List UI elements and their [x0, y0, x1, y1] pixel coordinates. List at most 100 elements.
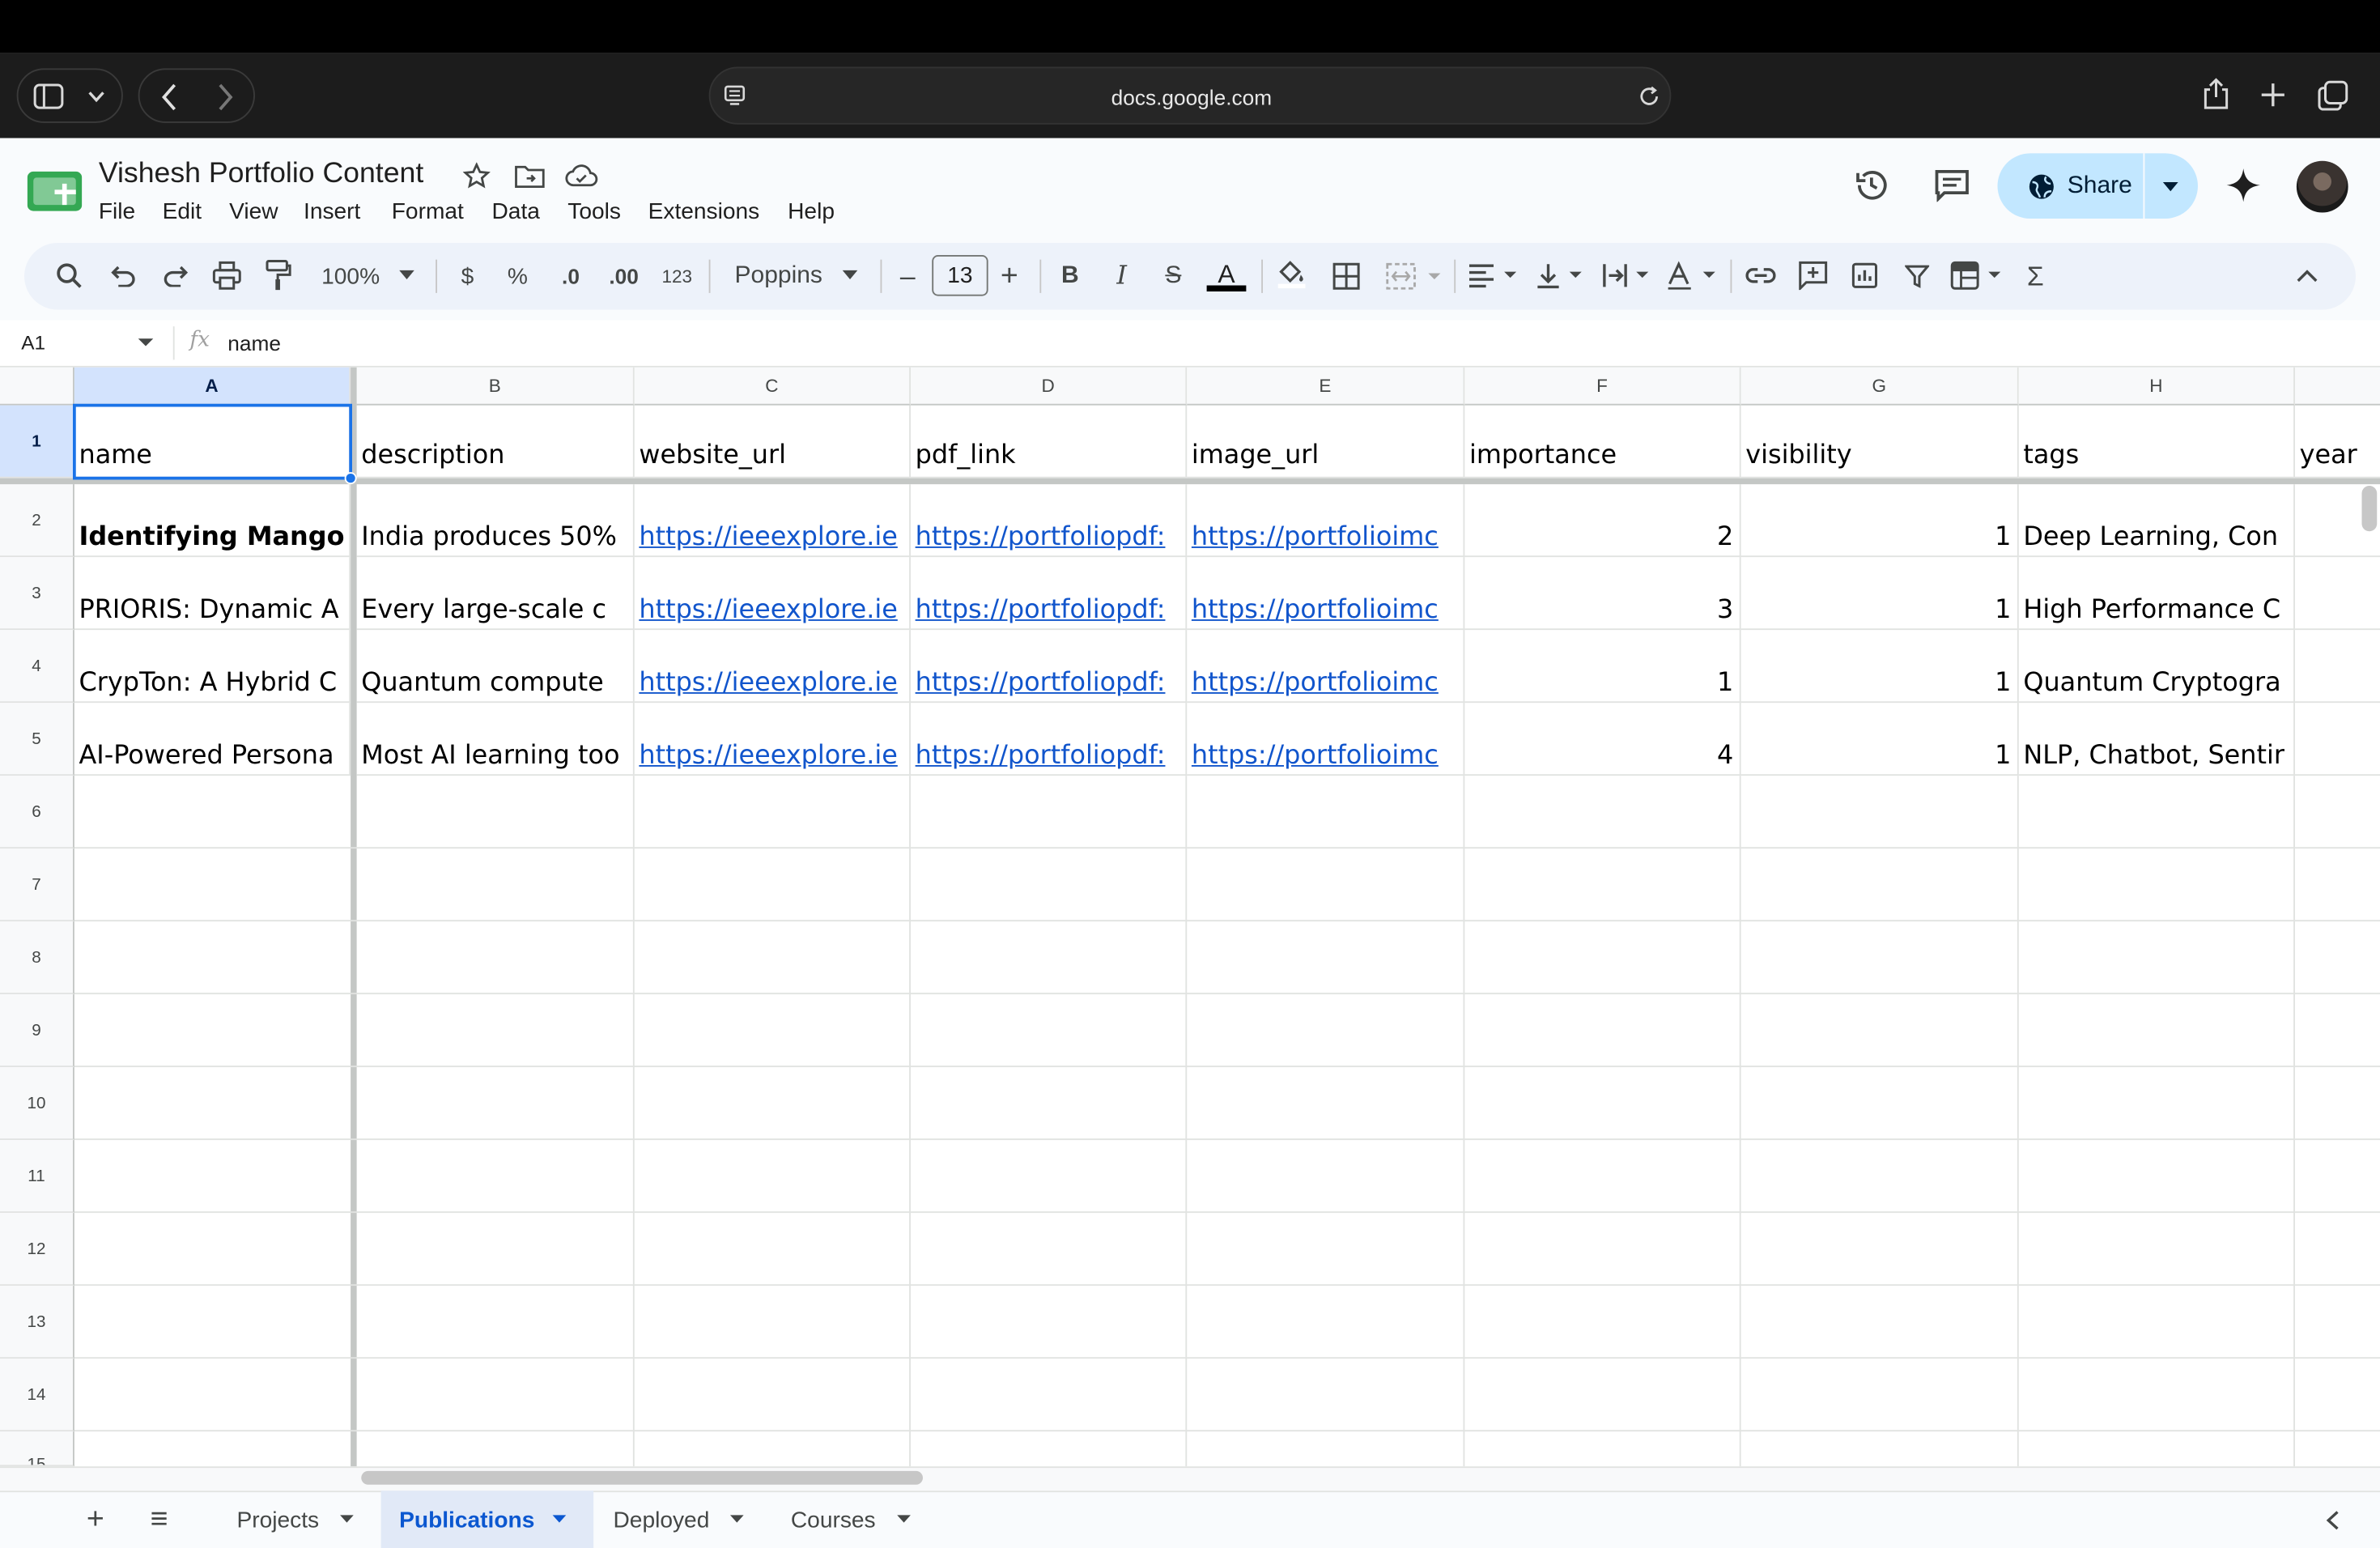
text-rotation-icon[interactable] [1667, 261, 1719, 291]
zoom-select[interactable]: 100% [310, 260, 392, 293]
cell-e1[interactable]: image_url [1187, 405, 1465, 478]
row-header-9[interactable]: 9 [0, 994, 74, 1068]
tab-deployed[interactable]: Deployed [614, 1491, 745, 1548]
cell-a3[interactable]: PRIORIS: Dynamic A [74, 557, 351, 631]
column-header-e[interactable]: E [1187, 367, 1465, 406]
row-header-11[interactable]: 11 [0, 1140, 74, 1214]
cell-b2[interactable]: India produces 50% [356, 484, 635, 558]
print-icon[interactable] [212, 261, 242, 291]
cell-c2[interactable]: https://ieeexplore.ie [634, 484, 911, 558]
search-icon[interactable] [56, 262, 82, 288]
row-header-12[interactable]: 12 [0, 1213, 74, 1286]
row-header-4[interactable]: 4 [0, 630, 74, 704]
paint-format-icon[interactable] [266, 260, 291, 291]
cell-g5[interactable]: 1 [1740, 703, 2019, 776]
share-icon[interactable] [2201, 78, 2232, 111]
cell-f1[interactable]: importance [1464, 405, 1741, 478]
menu-file[interactable]: File [99, 199, 135, 225]
tab-courses[interactable]: Courses [791, 1491, 911, 1548]
chevron-left-icon[interactable] [161, 83, 178, 111]
cell-e4[interactable]: https://portfolioimc [1187, 630, 1465, 704]
caret-down-icon[interactable] [2161, 181, 2180, 193]
column-header-a[interactable]: A [74, 367, 351, 406]
cloud-saved-icon[interactable] [565, 163, 598, 189]
cell-g1[interactable]: visibility [1740, 405, 2019, 478]
column-header-g[interactable]: G [1740, 367, 2019, 406]
tab-caret-icon[interactable] [896, 1515, 911, 1524]
font-size-decrease-button[interactable]: – [894, 260, 921, 293]
cell-a2[interactable]: Identifying Mango [74, 484, 351, 558]
column-header-c[interactable]: C [634, 367, 911, 406]
row-header-8[interactable]: 8 [0, 921, 74, 995]
cell-b4[interactable]: Quantum compute [356, 630, 635, 704]
cell-c4[interactable]: https://ieeexplore.ie [634, 630, 911, 704]
cell-b3[interactable]: Every large-scale c [356, 557, 635, 631]
cell-c5[interactable]: https://ieeexplore.ie [634, 703, 911, 776]
increase-decimal-button[interactable]: .00 [602, 260, 645, 293]
sparkle-icon[interactable] [2225, 167, 2262, 203]
cell-c1[interactable]: website_url [634, 405, 911, 478]
name-box-caret-icon[interactable] [138, 338, 154, 347]
chevron-right-icon[interactable] [217, 83, 234, 111]
row-header-14[interactable]: 14 [0, 1359, 74, 1432]
plus-icon[interactable] [2260, 82, 2286, 108]
cell-f3[interactable]: 3 [1464, 557, 1741, 631]
cell-g4[interactable]: 1 [1740, 630, 2019, 704]
menu-extensions[interactable]: Extensions [648, 199, 760, 225]
column-header-i[interactable] [2295, 367, 2380, 406]
row-header-1[interactable]: 1 [0, 405, 74, 478]
filter-icon[interactable] [1905, 264, 1930, 288]
cell-b5[interactable]: Most AI learning too [356, 703, 635, 776]
row-header-5[interactable]: 5 [0, 703, 74, 776]
cell-f2[interactable]: 2 [1464, 484, 1741, 558]
fill-handle[interactable] [344, 472, 357, 485]
format-currency-button[interactable]: $ [451, 260, 484, 293]
font-size-input[interactable]: 13 [932, 255, 988, 296]
cell-h5[interactable]: NLP, Chatbot, Sentir [2018, 703, 2295, 776]
zoom-caret-icon[interactable] [399, 270, 414, 281]
format-percent-button[interactable]: % [501, 260, 534, 293]
merge-cells-icon[interactable] [1386, 262, 1443, 290]
more-formats-button[interactable]: 123 [656, 260, 699, 293]
bold-button[interactable]: B [1056, 260, 1084, 293]
add-sheet-button[interactable]: + [87, 1491, 104, 1548]
row-header-3[interactable]: 3 [0, 557, 74, 631]
cell-f5[interactable]: 4 [1464, 703, 1741, 776]
row-header-10[interactable]: 10 [0, 1067, 74, 1141]
column-header-d[interactable]: D [911, 367, 1188, 406]
decrease-decimal-button[interactable]: .0 [553, 260, 589, 293]
tab-projects[interactable]: Projects [237, 1491, 355, 1548]
vertical-scrollbar-thumb[interactable] [2361, 486, 2378, 532]
cell-b1[interactable]: description [356, 405, 635, 478]
formula-input[interactable]: name [227, 331, 281, 355]
row-header-2[interactable]: 2 [0, 484, 74, 558]
tab-caret-icon[interactable] [340, 1515, 355, 1524]
insert-link-icon[interactable] [1745, 267, 1776, 284]
horizontal-align-icon[interactable] [1468, 262, 1519, 288]
move-folder-icon[interactable] [515, 163, 546, 189]
row-header-7[interactable]: 7 [0, 848, 74, 922]
cell-i5[interactable] [2295, 703, 2380, 776]
cell-f4[interactable]: 1 [1464, 630, 1741, 704]
row-header-6[interactable]: 6 [0, 776, 74, 849]
menu-data[interactable]: Data [492, 199, 540, 225]
font-size-increase-button[interactable]: + [996, 259, 1023, 293]
frozen-row-divider[interactable] [0, 478, 2380, 485]
address-bar[interactable]: docs.google.com [708, 66, 1672, 125]
history-icon[interactable] [1853, 167, 1889, 203]
font-caret-icon[interactable] [842, 270, 858, 281]
reload-icon[interactable] [1638, 85, 1660, 108]
cell-a5[interactable]: AI-Powered Persona [74, 703, 351, 776]
select-all-corner[interactable] [0, 367, 74, 406]
insert-chart-icon[interactable] [1851, 262, 1878, 288]
menu-tools[interactable]: Tools [567, 199, 621, 225]
column-header-h[interactable]: H [2018, 367, 2295, 406]
cell-h4[interactable]: Quantum Cryptogra [2018, 630, 2295, 704]
cell-e3[interactable]: https://portfolioimc [1187, 557, 1465, 631]
cell-i3[interactable] [2295, 557, 2380, 631]
name-box[interactable]: A1 [21, 331, 45, 354]
collapse-side-panel-icon[interactable] [2326, 1511, 2340, 1530]
column-header-b[interactable]: B [356, 367, 635, 406]
sidebar-toggle[interactable] [16, 68, 123, 123]
menu-view[interactable]: View [229, 199, 278, 225]
